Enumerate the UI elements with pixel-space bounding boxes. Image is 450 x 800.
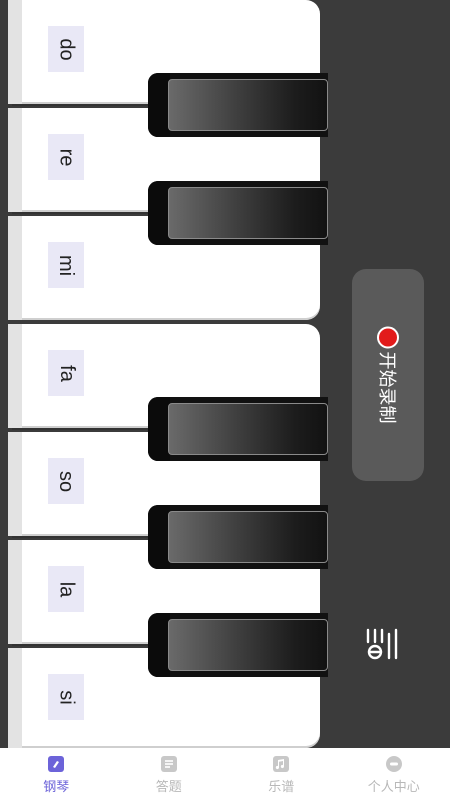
key-divider bbox=[12, 104, 150, 106]
note-label: si bbox=[55, 689, 78, 705]
note-label: re bbox=[55, 148, 78, 166]
piano-keyboard: do re mi fa so la si 开始录制 bbox=[0, 0, 450, 748]
black-key-fa-sharp[interactable] bbox=[148, 397, 328, 461]
score-list-icon[interactable] bbox=[362, 624, 402, 664]
tab-label: 个人中心 bbox=[367, 780, 420, 795]
tab-profile[interactable]: 个人中心 bbox=[338, 748, 450, 800]
record-label: 开始录制 bbox=[376, 351, 397, 424]
start-recording-button[interactable]: 开始录制 bbox=[352, 269, 424, 481]
note-label: la bbox=[55, 581, 78, 597]
note-label: fa bbox=[55, 364, 78, 382]
note-label: so bbox=[55, 470, 78, 492]
black-key-cap bbox=[148, 397, 170, 461]
note-label: mi bbox=[55, 254, 78, 276]
tab-label: 答题 bbox=[155, 780, 182, 795]
black-key-la-sharp[interactable] bbox=[148, 613, 328, 677]
key-divider bbox=[12, 212, 150, 214]
music-note-icon bbox=[273, 756, 290, 772]
black-key-face bbox=[168, 511, 328, 563]
bottom-tab-bar: 钢琴 答题 乐谱 个人中心 bbox=[0, 748, 450, 800]
note-label-chip: do bbox=[48, 26, 84, 72]
black-key-cap bbox=[148, 181, 170, 245]
black-key-cap bbox=[148, 505, 170, 569]
black-key-face bbox=[168, 403, 328, 455]
black-key-so-sharp[interactable] bbox=[148, 505, 328, 569]
black-key-face bbox=[168, 79, 328, 131]
note-label-chip: so bbox=[48, 458, 84, 504]
tab-score[interactable]: 乐谱 bbox=[225, 748, 338, 800]
tab-piano[interactable]: 钢琴 bbox=[0, 748, 113, 800]
profile-icon bbox=[385, 756, 402, 772]
piano-icon bbox=[48, 756, 65, 772]
black-key-do-sharp[interactable] bbox=[148, 73, 328, 137]
note-label-chip: mi bbox=[48, 242, 84, 288]
tab-label: 乐谱 bbox=[268, 780, 295, 795]
record-dot-icon bbox=[377, 326, 399, 349]
tab-label: 钢琴 bbox=[43, 780, 70, 795]
key-divider bbox=[12, 428, 150, 430]
note-label-chip: fa bbox=[48, 350, 84, 396]
tab-quiz[interactable]: 答题 bbox=[113, 748, 226, 800]
note-label-chip: la bbox=[48, 566, 84, 612]
black-key-cap bbox=[148, 613, 170, 677]
note-label: do bbox=[55, 37, 78, 61]
black-key-face bbox=[168, 619, 328, 671]
black-key-cap bbox=[148, 73, 170, 137]
black-key-re-sharp[interactable] bbox=[148, 181, 328, 245]
key-divider bbox=[12, 536, 150, 538]
key-divider bbox=[12, 644, 150, 646]
quiz-icon bbox=[160, 756, 177, 772]
black-key-face bbox=[168, 187, 328, 239]
note-label-chip: re bbox=[48, 134, 84, 180]
note-label-chip: si bbox=[48, 674, 84, 720]
